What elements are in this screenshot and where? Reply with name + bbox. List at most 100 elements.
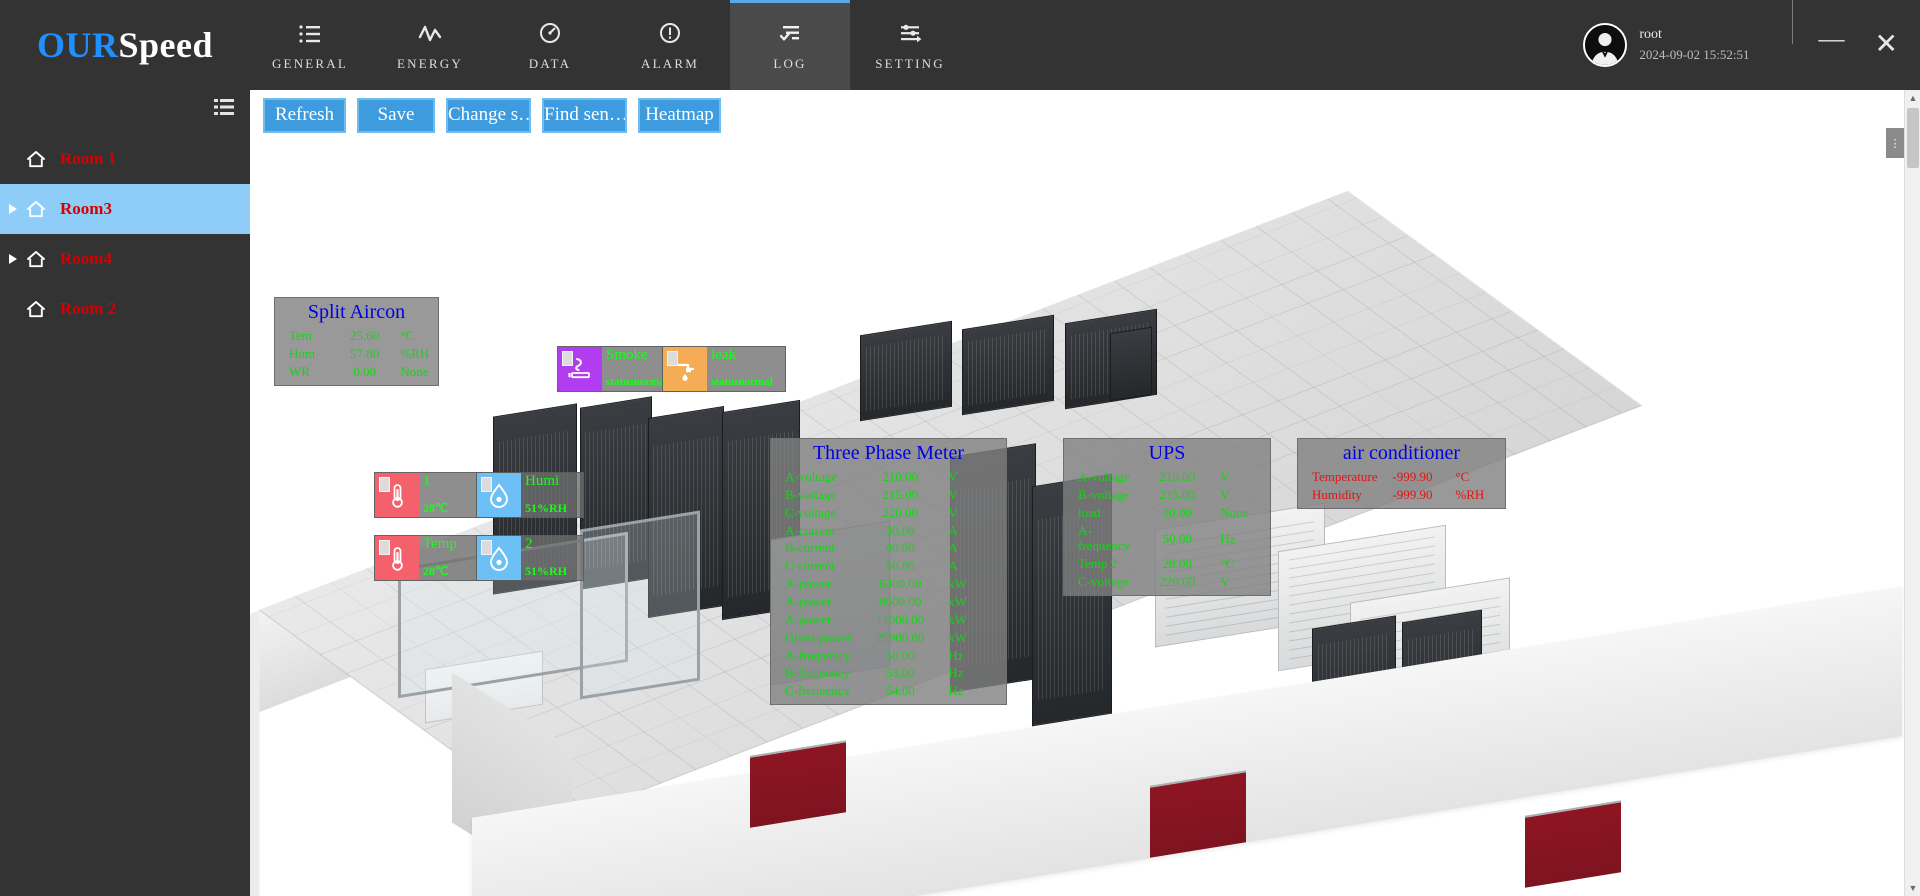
row-unit: kW xyxy=(948,629,967,645)
temperature-sensor-badge-2[interactable]: Temp 28℃ xyxy=(374,535,482,581)
save-button[interactable]: Save xyxy=(357,98,435,133)
row-unit: %RH xyxy=(400,345,430,361)
row-value: 8600.00 xyxy=(879,594,922,610)
row-unit: Hz xyxy=(948,647,964,663)
row-unit: V xyxy=(948,469,958,484)
scroll-up-arrow[interactable]: ▲ xyxy=(1905,90,1920,106)
smoke-icon xyxy=(558,347,602,391)
home-icon xyxy=(26,200,52,218)
tab-alarm[interactable]: ALARM xyxy=(610,0,730,90)
user-block[interactable]: root 2024-09-02 15:52:51 xyxy=(1583,0,1755,90)
row-key: A-power xyxy=(785,576,832,592)
datacenter-3d-view[interactable]: Split Aircon Tem 25.60 °C Hum 57.80 %RH … xyxy=(250,150,1920,896)
expand-caret-icon[interactable] xyxy=(0,254,26,264)
row-value: 30.00 xyxy=(1162,504,1192,520)
panel-table: Temperature -999.90 °C Humidity -999.90 %RH xyxy=(1298,468,1505,504)
refresh-button[interactable]: Refresh xyxy=(263,98,346,133)
checklist-icon xyxy=(777,21,803,47)
row-unit: V xyxy=(948,486,958,502)
temperature-sensor-badge-1[interactable]: 1 28℃ xyxy=(374,472,482,518)
sensor-tag-square xyxy=(481,540,492,555)
tab-energy-label: ENERGY xyxy=(397,56,463,71)
tab-general[interactable]: GENERAL xyxy=(250,0,370,90)
tab-energy[interactable]: ENERGY xyxy=(370,0,490,90)
sensor-value: 51%RH xyxy=(525,501,567,516)
list-menu-icon[interactable] xyxy=(214,98,234,121)
sensor-value: 28℃ xyxy=(423,564,449,579)
gauge-icon xyxy=(537,21,563,47)
table-row: A-frequency 50.00 Hz xyxy=(1064,522,1270,556)
row-value: 210.00 xyxy=(882,469,919,484)
row-key: A-power xyxy=(785,594,832,610)
sensor-label: 1 xyxy=(423,473,431,489)
row-unit: V xyxy=(948,504,958,520)
row-key: A-frequency xyxy=(1078,522,1130,554)
sidebar-item-room-4[interactable]: Room4 xyxy=(0,234,250,284)
logo-text-primary: OUR xyxy=(36,25,119,65)
vertical-scrollbar[interactable]: ▲ ▼ xyxy=(1904,90,1920,896)
panel-three-phase-meter[interactable]: Three Phase Meter A-voltage 210.00 V B-vol… xyxy=(770,438,1007,706)
panel-split-aircon[interactable]: Split Aircon Tem 25.60 °C Hum 57.80 %RH … xyxy=(274,297,439,386)
humidity-sensor-badge-2[interactable]: 2 51%RH xyxy=(476,535,584,581)
expand-caret-icon[interactable] xyxy=(0,204,26,214)
home-icon xyxy=(26,300,52,318)
panel-ups[interactable]: UPS A-voltage 210.00 V B-voltage 215.00 V lo… xyxy=(1063,438,1271,597)
find-sensor-button[interactable]: Find sen… xyxy=(542,98,627,133)
table-row: Gross power 25900.00 kW xyxy=(771,629,1006,647)
table-row: B-current 40.00 A xyxy=(771,539,1006,557)
sidebar-item-room-1[interactable]: Room 1 xyxy=(0,134,250,184)
heatmap-button[interactable]: Heatmap xyxy=(638,98,721,133)
sensor-label: leak xyxy=(711,347,736,363)
tab-data[interactable]: DATA xyxy=(490,0,610,90)
scroll-down-arrow[interactable]: ▼ xyxy=(1905,880,1920,896)
row-value: 11000.00 xyxy=(876,611,925,627)
water-leak-icon xyxy=(663,347,707,391)
row-unit: None xyxy=(400,363,429,379)
row-key: A-voltage xyxy=(785,469,837,484)
table-row: Temperature -999.90 °C xyxy=(1298,468,1505,486)
panel-title: UPS xyxy=(1148,442,1186,464)
row-key: C-voltage xyxy=(1078,574,1130,590)
row-unit: %RH xyxy=(1455,486,1485,502)
row-value: 220.00 xyxy=(882,504,919,520)
panel-title: Three Phase Meter xyxy=(812,442,965,464)
humidity-sensor-2-text: 2 51%RH xyxy=(521,536,583,580)
tab-log[interactable]: LOG xyxy=(730,0,850,90)
collapse-handle[interactable]: ⋮ xyxy=(1886,128,1904,158)
table-row: C-current 50.00 A xyxy=(771,557,1006,575)
row-key: B-voltage xyxy=(785,486,837,502)
humidity-sensor-badge-1[interactable]: Humi 51%RH xyxy=(476,472,584,518)
sidebar-item-label: Room 2 xyxy=(60,299,117,318)
leak-sensor-badge[interactable]: leak statusnormal xyxy=(662,346,786,392)
table-row: A-power 11000.00 kW xyxy=(771,611,1006,629)
close-button[interactable]: ✕ xyxy=(1875,31,1898,59)
humidity-icon xyxy=(477,473,521,517)
control-terminal xyxy=(1110,326,1152,402)
panel-air-conditioner[interactable]: air conditioner Temperature -999.90 °C Hum… xyxy=(1297,438,1506,509)
glass-railing xyxy=(580,510,700,700)
row-unit: None xyxy=(1220,504,1249,520)
sidebar-item-room-2[interactable]: Room 2 xyxy=(0,284,250,334)
scrollbar-thumb[interactable] xyxy=(1907,108,1919,168)
thermometer-icon xyxy=(375,473,419,517)
server-cabinet xyxy=(962,314,1054,416)
sensor-label: Temp xyxy=(423,536,457,552)
row-key: WR xyxy=(289,363,310,379)
humidity-sensor-1-text: Humi 51%RH xyxy=(521,473,583,517)
tab-alarm-label: ALARM xyxy=(641,56,699,71)
tab-general-label: GENERAL xyxy=(271,56,349,71)
app-logo: OUR Speed xyxy=(0,0,250,90)
row-unit: kW xyxy=(948,576,967,592)
sidebar-item-room-3[interactable]: Room3 xyxy=(0,184,250,234)
change-scene-button[interactable]: Change s… xyxy=(446,98,531,133)
row-key: C-voltage xyxy=(785,504,837,520)
row-key: Temp 2 xyxy=(1078,556,1118,572)
row-unit: V xyxy=(1220,469,1230,484)
row-unit: Hz xyxy=(948,683,964,699)
row-value: -999.90 xyxy=(1392,469,1433,484)
row-unit: °C xyxy=(1455,469,1470,484)
row-key: Hum xyxy=(289,345,315,361)
minimize-button[interactable]: — xyxy=(1819,26,1845,52)
tab-setting[interactable]: SETTING xyxy=(850,0,970,90)
row-unit: Hz xyxy=(948,665,964,681)
